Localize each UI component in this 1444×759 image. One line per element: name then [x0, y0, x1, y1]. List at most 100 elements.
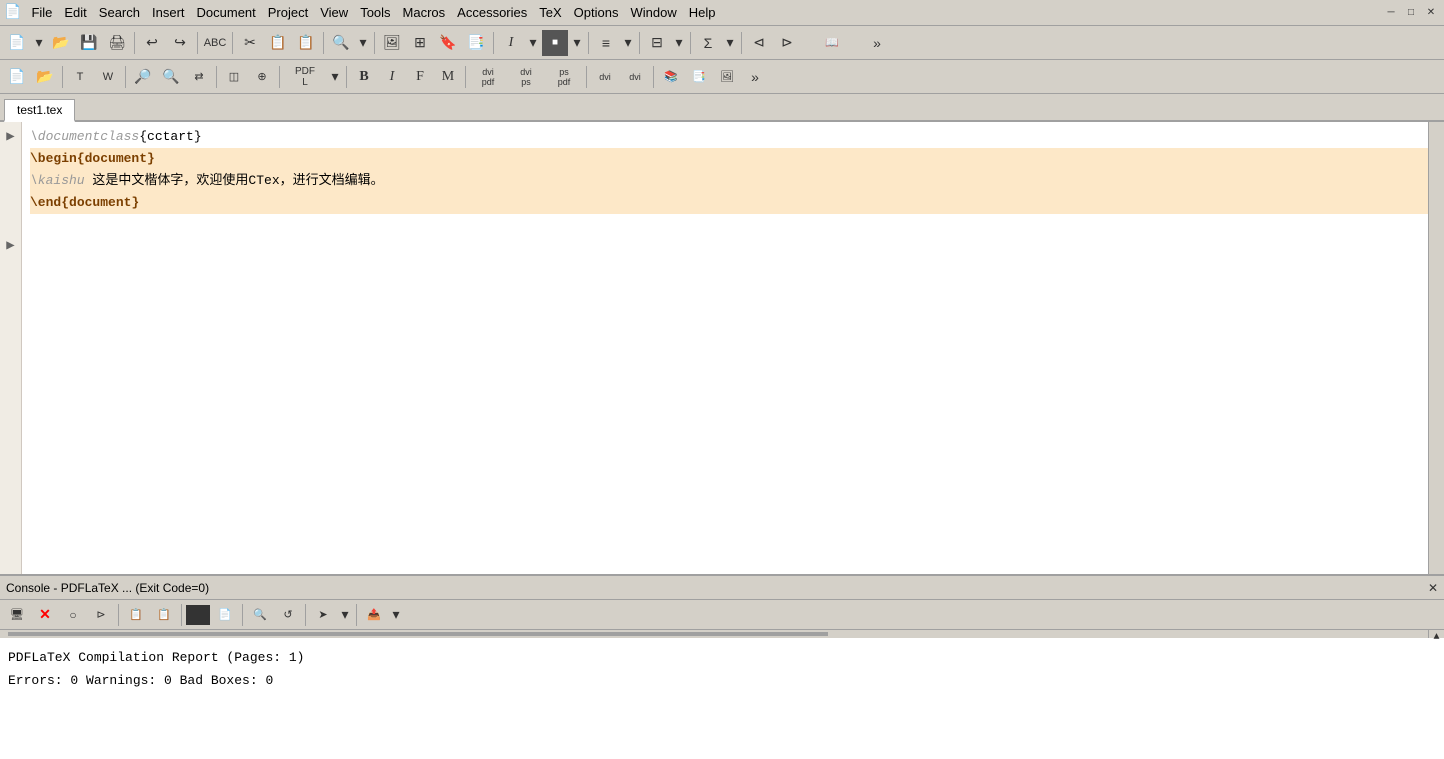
structure-button[interactable]: ◫	[221, 64, 247, 90]
table2-dropdown-button[interactable]: ▾	[672, 30, 686, 56]
bold-block-dropdown-button[interactable]: ▾	[570, 30, 584, 56]
spell-button[interactable]: ABC	[202, 30, 228, 56]
paste-button[interactable]: 📋	[293, 30, 319, 56]
menu-document[interactable]: Document	[191, 3, 262, 22]
bibtex-button[interactable]: 📚	[658, 64, 684, 90]
find-dropdown-button[interactable]: ▾	[356, 30, 370, 56]
ps-pdf-button[interactable]: pspdf	[546, 64, 582, 90]
console-right-scroll[interactable]: ▲	[1428, 630, 1444, 638]
pdf-dropdown-button[interactable]: ▾	[328, 64, 342, 90]
menu-tools[interactable]: Tools	[354, 3, 396, 22]
undo-button[interactable]: ↩	[139, 30, 165, 56]
nav3-button[interactable]: 📖	[802, 30, 862, 56]
cite-button[interactable]: 📑	[463, 30, 489, 56]
find-button[interactable]: 🔍	[328, 30, 354, 56]
minimize-button[interactable]: ─	[1382, 4, 1400, 22]
menu-file[interactable]: File	[25, 3, 58, 22]
table2-button[interactable]: ⊟	[644, 30, 670, 56]
console-btn-clear[interactable]: ○	[60, 602, 86, 628]
menu-tex[interactable]: TeX	[533, 3, 567, 22]
console-header: Console - PDFLaTeX ... (Exit Code=0) ✕	[0, 576, 1444, 600]
console-btn-search[interactable]: 🔍	[247, 602, 273, 628]
ref-button[interactable]: 🔖	[435, 30, 461, 56]
console-scroll-up[interactable]: ▲	[1431, 630, 1441, 645]
sep4	[323, 32, 324, 54]
table-button[interactable]: ⊞	[407, 30, 433, 56]
console-close-button[interactable]: ✕	[1428, 581, 1438, 595]
font-m-button[interactable]: M	[435, 64, 461, 90]
more-button[interactable]: »	[864, 30, 890, 56]
console-btn-file[interactable]: 📄	[212, 602, 238, 628]
menu-options[interactable]: Options	[568, 3, 625, 22]
italic-i-button[interactable]: I	[379, 64, 405, 90]
template-button[interactable]: T	[67, 64, 93, 90]
console-btn-black[interactable]	[186, 605, 210, 625]
close-button[interactable]: ✕	[1422, 4, 1440, 22]
new-dropdown-button[interactable]: ▾	[32, 30, 46, 56]
list-button[interactable]: ≡	[593, 30, 619, 56]
menu-project[interactable]: Project	[262, 3, 314, 22]
console-btn-view[interactable]: ⊳	[88, 602, 114, 628]
preview-button[interactable]: 🖼	[714, 64, 740, 90]
search2-button[interactable]: 🔍	[158, 64, 184, 90]
dvi-ps-button[interactable]: dvips	[508, 64, 544, 90]
save-button[interactable]: 💾	[76, 30, 102, 56]
console-scrollbar-thumb[interactable]	[8, 632, 828, 636]
maximize-button[interactable]: □	[1402, 4, 1420, 22]
list-dropdown-button[interactable]: ▾	[621, 30, 635, 56]
new2-button[interactable]: 📄	[4, 64, 30, 90]
copy-button[interactable]: 📋	[265, 30, 291, 56]
nav1-button[interactable]: ⊲	[746, 30, 772, 56]
makeindex-button[interactable]: 📑	[686, 64, 712, 90]
menu-window[interactable]: Window	[624, 3, 682, 22]
image-button[interactable]: 🖼	[379, 30, 405, 56]
pdf-button[interactable]: PDFL	[284, 64, 326, 90]
more2-button[interactable]: »	[742, 64, 768, 90]
console-btn-stop[interactable]: ✕	[32, 602, 58, 628]
console-btn-fwd[interactable]: ➤	[310, 602, 336, 628]
dvi-view2-button[interactable]: dvi	[621, 64, 649, 90]
console-btn-back[interactable]: ↺	[275, 602, 301, 628]
menu-accessories[interactable]: Accessories	[451, 3, 533, 22]
layer-button[interactable]: ⊕	[249, 64, 275, 90]
italic-button[interactable]: I	[498, 30, 524, 56]
console-sep4	[305, 604, 306, 626]
wizard-button[interactable]: W	[95, 64, 121, 90]
dvi-pdf-button[interactable]: dvipdf	[470, 64, 506, 90]
menu-insert[interactable]: Insert	[146, 3, 191, 22]
nav2-button[interactable]: ⊳	[774, 30, 800, 56]
console-btn-fwd-dropdown[interactable]: ▾	[338, 602, 352, 628]
bold-block-button[interactable]: ■	[542, 30, 568, 56]
bold-b-button[interactable]: B	[351, 64, 377, 90]
console-btn-copy[interactable]: 📋	[123, 602, 149, 628]
redo-button[interactable]: ↪	[167, 30, 193, 56]
replace-button[interactable]: ⇄	[186, 64, 212, 90]
menu-help[interactable]: Help	[683, 3, 722, 22]
console-btn-export[interactable]: 📤	[361, 602, 387, 628]
console-btn-screen[interactable]: 🖥	[4, 602, 30, 628]
gutter-arrow-select[interactable]: ▶	[6, 128, 14, 145]
open-button[interactable]: 📂	[48, 30, 74, 56]
tab-test1[interactable]: test1.tex	[4, 99, 75, 122]
console-btn-paste[interactable]: 📋	[151, 602, 177, 628]
open2-button[interactable]: 📂	[32, 64, 58, 90]
font-f-button[interactable]: F	[407, 64, 433, 90]
sum-dropdown-button[interactable]: ▾	[723, 30, 737, 56]
console-btn-export-dropdown[interactable]: ▾	[389, 602, 403, 628]
cut-button[interactable]: ✂	[237, 30, 263, 56]
zoom-out-button[interactable]: 🔎	[130, 64, 156, 90]
toolbar-secondary: 📄 📂 T W 🔎 🔍 ⇄ ◫ ⊕ PDFL ▾ B I F M dvipdf …	[0, 60, 1444, 94]
italic-dropdown-button[interactable]: ▾	[526, 30, 540, 56]
editor-content[interactable]: \documentclass{cctart} \begin{document} …	[22, 122, 1444, 574]
print-button[interactable]: 🖨	[104, 30, 130, 56]
new-button[interactable]: 📄	[4, 30, 30, 56]
sum-button[interactable]: Σ	[695, 30, 721, 56]
gutter-arrow-run[interactable]: ▶	[6, 237, 14, 254]
menu-edit[interactable]: Edit	[58, 3, 92, 22]
dvi-view-button[interactable]: dvi	[591, 64, 619, 90]
menu-search[interactable]: Search	[93, 3, 146, 22]
menu-view[interactable]: View	[314, 3, 354, 22]
editor-scrollbar[interactable]	[1428, 122, 1444, 574]
console-title: Console - PDFLaTeX ... (Exit Code=0)	[6, 581, 209, 595]
menu-macros[interactable]: Macros	[397, 3, 452, 22]
